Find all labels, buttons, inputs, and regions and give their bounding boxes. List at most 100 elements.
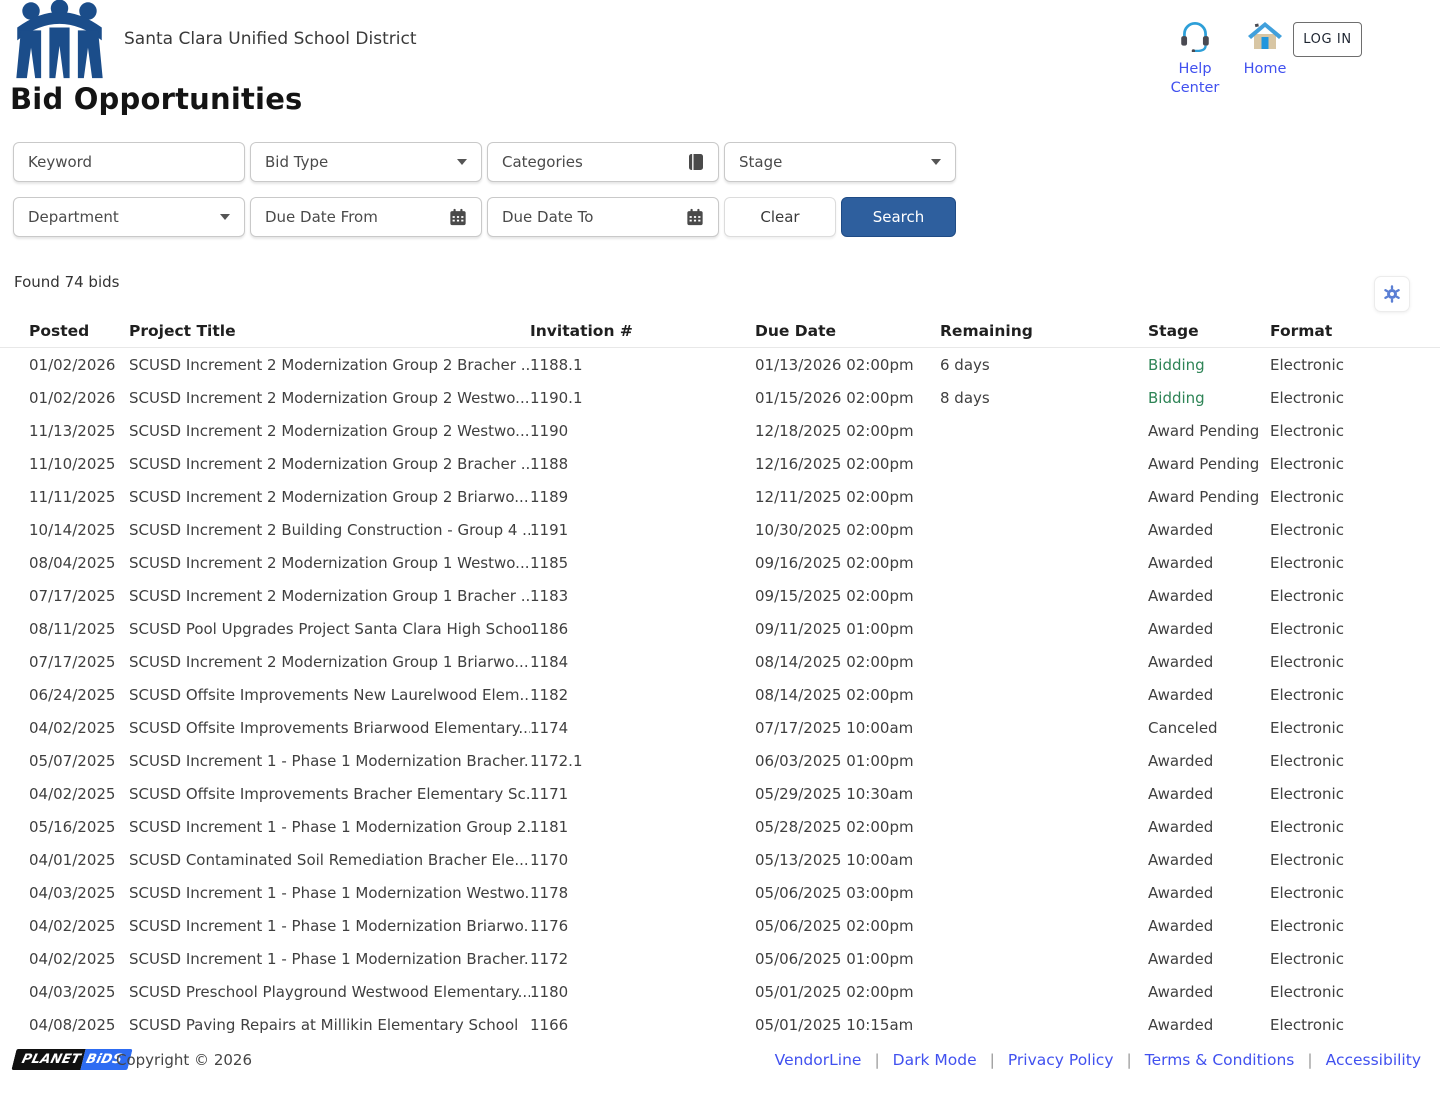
title-cell: SCUSD Increment 2 Modernization Group 1 …	[129, 587, 530, 605]
due-cell: 12/11/2025 02:00pm	[755, 488, 940, 506]
help-center-link[interactable]: Help Center	[1155, 16, 1235, 98]
table-row[interactable]: 04/02/2025SCUSD Increment 1 - Phase 1 Mo…	[0, 909, 1440, 942]
due-cell: 06/03/2025 01:00pm	[755, 752, 940, 770]
due-date-to-field[interactable]: Due Date To	[487, 197, 719, 237]
col-format[interactable]: Format	[1270, 322, 1440, 340]
table-row[interactable]: 06/24/2025SCUSD Offsite Improvements New…	[0, 678, 1440, 711]
chevron-down-icon	[220, 214, 230, 220]
keyword-field[interactable]	[13, 142, 245, 182]
title-cell: SCUSD Increment 2 Modernization Group 2 …	[129, 488, 530, 506]
table-row[interactable]: 11/10/2025SCUSD Increment 2 Modernizatio…	[0, 447, 1440, 480]
page-title: Bid Opportunities	[10, 82, 303, 116]
footer-link-separator: |	[1307, 1051, 1312, 1069]
due-date-to-label: Due Date To	[502, 208, 686, 226]
format-cell: Electronic	[1270, 422, 1440, 440]
posted-cell: 10/14/2025	[29, 521, 129, 539]
col-project-title[interactable]: Project Title	[129, 322, 530, 340]
due-cell: 01/13/2026 02:00pm	[755, 356, 940, 374]
posted-cell: 04/02/2025	[29, 785, 129, 803]
page-footer: PLANET BiDS Copyright © 2026 VendorLine |…	[0, 1046, 1440, 1076]
stage-cell: Bidding	[1148, 389, 1270, 407]
table-row[interactable]: 04/02/2025SCUSD Offsite Improvements Bri…	[0, 711, 1440, 744]
due-cell: 05/01/2025 10:15am	[755, 1016, 940, 1034]
table-row[interactable]: 07/17/2025SCUSD Increment 2 Modernizatio…	[0, 579, 1440, 612]
home-icon	[1247, 20, 1283, 52]
stage-cell: Awarded	[1148, 620, 1270, 638]
format-cell: Electronic	[1270, 389, 1440, 407]
footer-link-separator: |	[1127, 1051, 1132, 1069]
title-cell: SCUSD Offsite Improvements Bracher Eleme…	[129, 785, 530, 803]
table-row[interactable]: 08/11/2025SCUSD Pool Upgrades Project Sa…	[0, 612, 1440, 645]
footer-link-accessibility[interactable]: Accessibility	[1326, 1051, 1421, 1069]
categories-picker[interactable]: Categories	[487, 142, 719, 182]
login-button[interactable]: LOG IN	[1293, 22, 1362, 57]
footer-link-vendorline[interactable]: VendorLine	[775, 1051, 862, 1069]
footer-link-terms-conditions[interactable]: Terms & Conditions	[1145, 1051, 1295, 1069]
title-cell: SCUSD Increment 2 Modernization Group 2 …	[129, 455, 530, 473]
col-stage[interactable]: Stage	[1148, 322, 1270, 340]
col-due-date[interactable]: Due Date	[755, 322, 940, 340]
footer-link-privacy-policy[interactable]: Privacy Policy	[1008, 1051, 1114, 1069]
table-row[interactable]: 11/11/2025SCUSD Increment 2 Modernizatio…	[0, 480, 1440, 513]
col-invitation[interactable]: Invitation #	[530, 322, 755, 340]
table-row[interactable]: 08/04/2025SCUSD Increment 2 Modernizatio…	[0, 546, 1440, 579]
invitation-cell: 1183	[530, 587, 755, 605]
table-row[interactable]: 07/17/2025SCUSD Increment 2 Modernizatio…	[0, 645, 1440, 678]
table-row[interactable]: 04/02/2025SCUSD Offsite Improvements Bra…	[0, 777, 1440, 810]
clear-button[interactable]: Clear	[724, 197, 836, 237]
format-cell: Electronic	[1270, 818, 1440, 836]
search-button[interactable]: Search	[841, 197, 956, 237]
posted-cell: 05/07/2025	[29, 752, 129, 770]
table-row[interactable]: 01/02/2026SCUSD Increment 2 Modernizatio…	[0, 348, 1440, 381]
title-cell: SCUSD Paving Repairs at Millikin Element…	[129, 1016, 530, 1034]
invitation-cell: 1170	[530, 851, 755, 869]
stage-cell: Awarded	[1148, 686, 1270, 704]
title-cell: SCUSD Increment 2 Modernization Group 2 …	[129, 422, 530, 440]
keyword-input[interactable]	[28, 153, 230, 171]
table-row[interactable]: 10/14/2025SCUSD Increment 2 Building Con…	[0, 513, 1440, 546]
footer-link-dark-mode[interactable]: Dark Mode	[893, 1051, 977, 1069]
table-row[interactable]: 04/08/2025SCUSD Paving Repairs at Millik…	[0, 1008, 1440, 1041]
header-actions: Help Center Home LOG IN	[1110, 0, 1440, 120]
format-cell: Electronic	[1270, 752, 1440, 770]
stage-cell: Bidding	[1148, 356, 1270, 374]
categories-label: Categories	[502, 153, 688, 171]
stage-cell: Awarded	[1148, 1016, 1270, 1034]
due-date-from-field[interactable]: Due Date From	[250, 197, 482, 237]
due-cell: 05/29/2025 10:30am	[755, 785, 940, 803]
department-dropdown[interactable]: Department	[13, 197, 245, 237]
format-cell: Electronic	[1270, 917, 1440, 935]
planetbids-logo-planet: PLANET	[11, 1049, 86, 1070]
title-cell: SCUSD Increment 1 - Phase 1 Modernizatio…	[129, 884, 530, 902]
home-link[interactable]: Home	[1230, 20, 1300, 79]
posted-cell: 04/02/2025	[29, 719, 129, 737]
stage-dropdown[interactable]: Stage	[724, 142, 956, 182]
table-row[interactable]: 04/02/2025SCUSD Increment 1 - Phase 1 Mo…	[0, 942, 1440, 975]
remaining-cell: 6 days	[940, 356, 1148, 374]
invitation-cell: 1176	[530, 917, 755, 935]
search-filters: Bid Type Categories Stage Department Due…	[13, 142, 1113, 252]
planetbids-logo[interactable]: PLANET BiDS	[11, 1049, 132, 1070]
district-logo-icon	[13, 0, 106, 79]
table-row[interactable]: 11/13/2025SCUSD Increment 2 Modernizatio…	[0, 414, 1440, 447]
table-row[interactable]: 04/03/2025SCUSD Preschool Playground Wes…	[0, 975, 1440, 1008]
format-cell: Electronic	[1270, 719, 1440, 737]
bid-type-dropdown[interactable]: Bid Type	[250, 142, 482, 182]
format-cell: Electronic	[1270, 554, 1440, 572]
copyright-text: Copyright © 2026	[116, 1051, 252, 1069]
table-settings-button[interactable]	[1374, 276, 1410, 312]
table-row[interactable]: 04/03/2025SCUSD Increment 1 - Phase 1 Mo…	[0, 876, 1440, 909]
table-row[interactable]: 05/16/2025SCUSD Increment 1 - Phase 1 Mo…	[0, 810, 1440, 843]
due-cell: 07/17/2025 10:00am	[755, 719, 940, 737]
col-posted[interactable]: Posted	[29, 322, 129, 340]
col-remaining[interactable]: Remaining	[940, 322, 1148, 340]
due-cell: 12/16/2025 02:00pm	[755, 455, 940, 473]
due-cell: 05/01/2025 02:00pm	[755, 983, 940, 1001]
table-row[interactable]: 01/02/2026SCUSD Increment 2 Modernizatio…	[0, 381, 1440, 414]
table-row[interactable]: 04/01/2025SCUSD Contaminated Soil Remedi…	[0, 843, 1440, 876]
table-row[interactable]: 05/07/2025SCUSD Increment 1 - Phase 1 Mo…	[0, 744, 1440, 777]
due-date-from-label: Due Date From	[265, 208, 449, 226]
format-cell: Electronic	[1270, 587, 1440, 605]
invitation-cell: 1186	[530, 620, 755, 638]
posted-cell: 08/04/2025	[29, 554, 129, 572]
